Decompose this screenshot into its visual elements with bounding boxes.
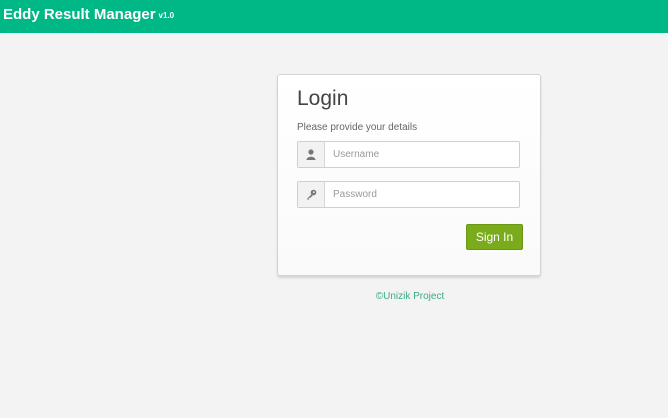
sign-in-button[interactable]: Sign In xyxy=(466,224,523,250)
password-input[interactable] xyxy=(325,182,519,207)
brand-title[interactable]: Eddy Result Manager v1.0 xyxy=(3,6,174,23)
top-navbar: Eddy Result Manager v1.0 xyxy=(0,0,668,33)
password-field-group xyxy=(297,181,520,208)
login-card: Login Please provide your details Sign I… xyxy=(277,74,541,276)
username-input[interactable] xyxy=(325,142,519,167)
login-subtitle: Please provide your details xyxy=(297,122,418,133)
user-icon xyxy=(298,142,325,167)
brand-name: Eddy Result Manager xyxy=(3,6,156,23)
key-icon xyxy=(298,182,325,207)
username-field-group xyxy=(297,141,520,168)
footer-credit: ©Unizik Project xyxy=(375,291,445,302)
version-label: v1.0 xyxy=(158,10,175,20)
login-title: Login xyxy=(297,87,349,110)
